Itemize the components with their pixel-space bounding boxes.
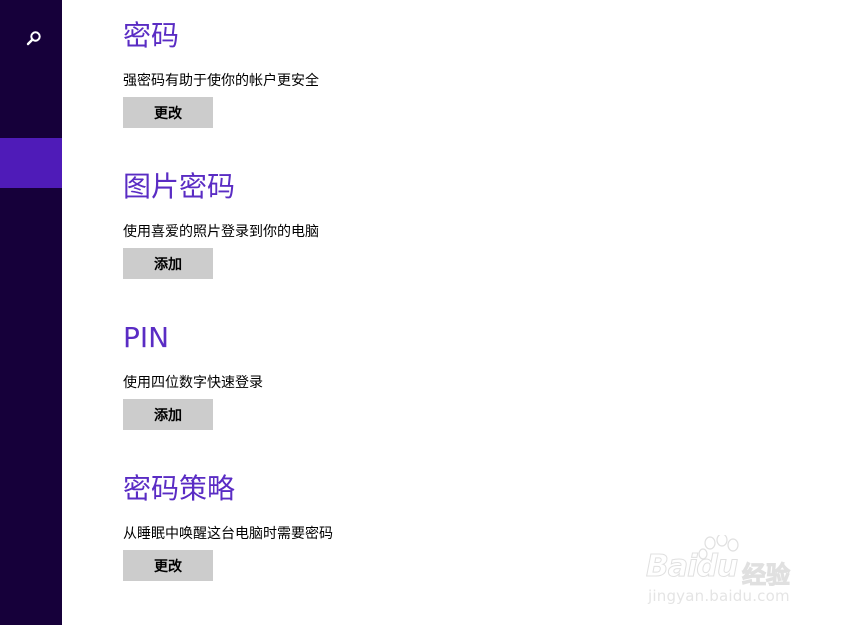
baidu-jingyan-watermark: Baidu 经验 jingyan.baidu.com	[645, 535, 806, 610]
change-password-button[interactable]: 更改	[123, 97, 213, 128]
password-title: 密码	[123, 19, 180, 52]
pin-title: PIN	[123, 321, 170, 354]
watermark-url: jingyan.baidu.com	[648, 587, 790, 605]
search-icon	[26, 31, 41, 46]
pin-description: 使用四位数字快速登录	[123, 375, 263, 391]
password-policy-title: 密码策略	[123, 472, 236, 505]
add-picture-password-button[interactable]: 添加	[123, 248, 213, 279]
add-pin-button[interactable]: 添加	[123, 399, 213, 430]
change-password-policy-button[interactable]: 更改	[123, 550, 213, 581]
picture-password-title: 图片密码	[123, 170, 236, 203]
password-description: 强密码有助于使你的帐户更安全	[123, 73, 319, 89]
search-button[interactable]	[17, 21, 51, 55]
watermark-product: 经验	[742, 561, 791, 590]
charms-sidebar	[0, 0, 62, 625]
selected-nav-item[interactable]	[0, 138, 62, 188]
picture-password-description: 使用喜爱的照片登录到你的电脑	[123, 224, 319, 240]
password-policy-description: 从睡眠中唤醒这台电脑时需要密码	[123, 526, 333, 542]
watermark-brand: Baidu	[645, 549, 738, 585]
